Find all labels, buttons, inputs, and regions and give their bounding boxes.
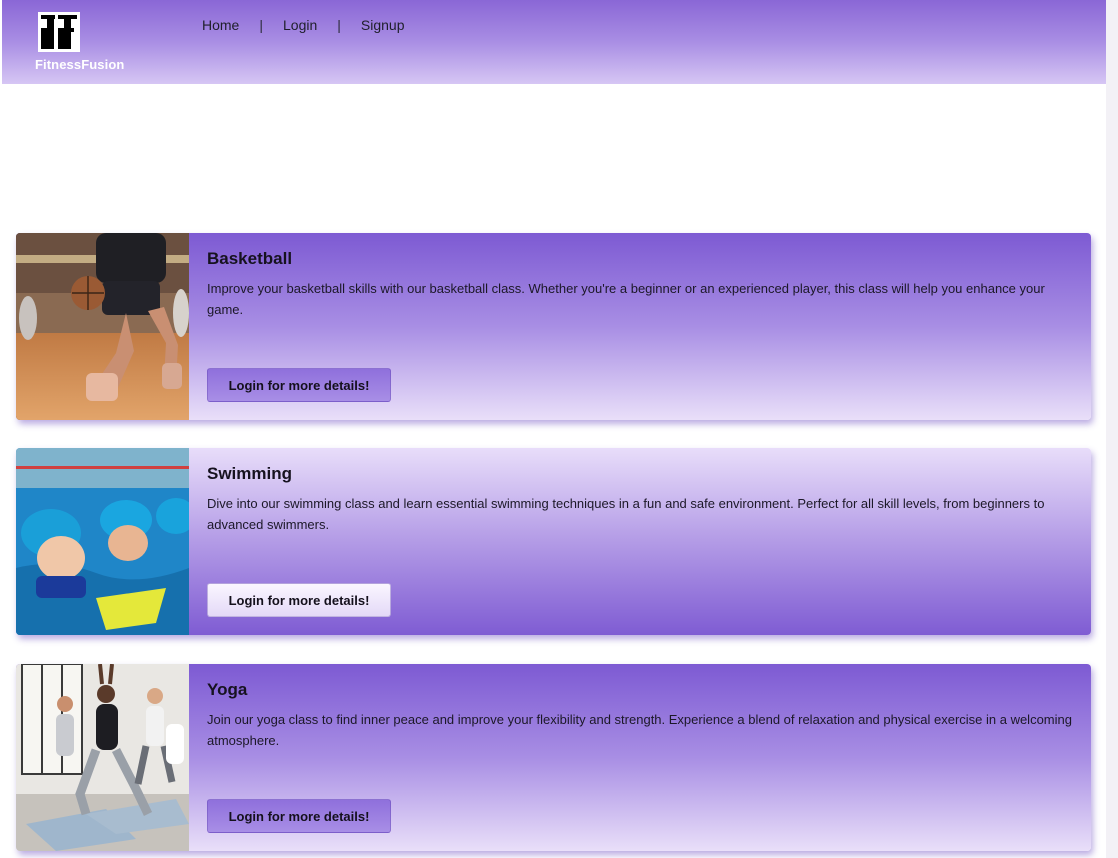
class-card-swimming: Swimming Dive into our swimming class an…: [16, 448, 1091, 635]
class-title: Yoga: [207, 680, 248, 699]
swimming-image: [16, 448, 189, 635]
brand-logo[interactable]: FitnessFusion: [35, 10, 145, 74]
login-details-button[interactable]: Login for more details!: [207, 583, 391, 617]
class-card-yoga: Yoga Join our yoga class to find inner p…: [16, 664, 1091, 851]
basketball-image: [16, 233, 189, 420]
class-description: Join our yoga class to find inner peace …: [207, 712, 1072, 748]
nav-login-link[interactable]: Login: [283, 17, 317, 33]
main-nav: Home | Login | Signup: [202, 17, 405, 33]
logo-mark-icon: [38, 12, 80, 52]
login-details-button[interactable]: Login for more details!: [207, 368, 391, 402]
yoga-image: [16, 664, 189, 851]
nav-home-link[interactable]: Home: [202, 17, 239, 33]
class-description: Dive into our swimming class and learn e…: [207, 496, 1045, 532]
nav-signup-link[interactable]: Signup: [361, 17, 405, 33]
class-title: Swimming: [207, 464, 293, 483]
scrollbar-track[interactable]: [1106, 0, 1118, 858]
nav-separator: |: [337, 17, 341, 33]
class-title: Basketball: [207, 249, 293, 268]
brand-name: FitnessFusion: [35, 57, 125, 72]
nav-separator: |: [259, 17, 263, 33]
site-header: FitnessFusion Home | Login | Signup: [2, 0, 1106, 84]
login-details-button[interactable]: Login for more details!: [207, 799, 391, 833]
class-description: Improve your basketball skills with our …: [207, 281, 1045, 317]
class-card-basketball: Basketball Improve your basketball skill…: [16, 233, 1091, 420]
